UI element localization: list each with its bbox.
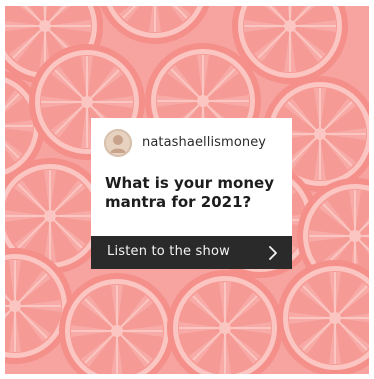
profile-avatar[interactable]: [104, 129, 132, 157]
post-card-body: natashaellismoney What is your money man…: [91, 118, 292, 236]
listen-to-show-button[interactable]: Listen to the show: [91, 236, 292, 269]
post-headline: What is your money mantra for 2021?: [105, 174, 274, 211]
post-card: natashaellismoney What is your money man…: [91, 118, 292, 269]
chevron-right-icon: [266, 245, 280, 261]
image-frame: natashaellismoney What is your money man…: [5, 6, 369, 374]
post-username[interactable]: natashaellismoney: [142, 135, 266, 150]
cta-label: Listen to the show: [107, 244, 230, 259]
avatar-icon: [104, 129, 132, 157]
